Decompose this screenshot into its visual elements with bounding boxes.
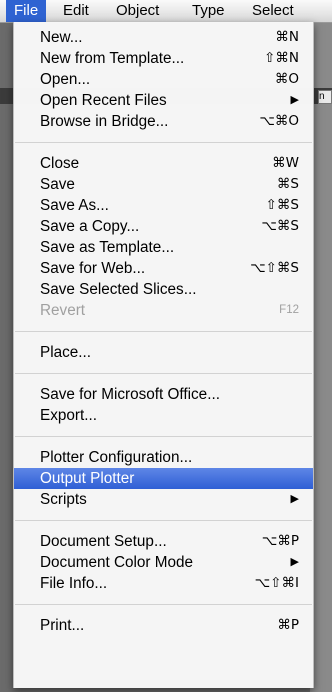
- menu-item-file-info[interactable]: File Info... ⌥⇧⌘I: [14, 573, 313, 594]
- shortcut: ⌘S: [276, 176, 299, 192]
- menu-item-output-plotter[interactable]: Output Plotter: [14, 468, 313, 489]
- menu-item-document-color-mode[interactable]: Document Color Mode ▶: [14, 552, 313, 573]
- menu-item-label: Save for Web...: [40, 260, 146, 277]
- menu-edit[interactable]: Edit: [55, 0, 97, 22]
- submenu-arrow-icon: ▶: [290, 493, 299, 505]
- menu-item-label: Document Color Mode: [40, 554, 194, 571]
- menu-item-label: Output Plotter: [40, 470, 135, 487]
- menu-item-save-slices[interactable]: Save Selected Slices...: [14, 279, 313, 300]
- menu-item-label: Export...: [40, 407, 97, 424]
- submenu-arrow-icon: ▶: [290, 556, 299, 568]
- shortcut: ⌥⌘S: [261, 218, 299, 234]
- menu-item-close[interactable]: Close ⌘W: [14, 153, 313, 174]
- menu-item-new-from-template[interactable]: New from Template... ⇧⌘N: [14, 48, 313, 69]
- menu-separator: [15, 436, 312, 437]
- menu-item-place[interactable]: Place...: [14, 342, 313, 363]
- menu-item-new[interactable]: New... ⌘N: [14, 27, 313, 48]
- menu-item-save-office[interactable]: Save for Microsoft Office...: [14, 384, 313, 405]
- shortcut: ⇧⌘N: [264, 50, 299, 66]
- menu-item-open-recent[interactable]: Open Recent Files ▶: [14, 90, 313, 111]
- menu-item-label: Document Setup...: [40, 533, 167, 550]
- menu-item-label: Open...: [40, 71, 91, 88]
- background-text: n: [319, 91, 325, 102]
- submenu-arrow-icon: ▶: [290, 94, 299, 106]
- menu-item-browse-bridge[interactable]: Browse in Bridge... ⌥⌘O: [14, 111, 313, 132]
- menu-item-save-as[interactable]: Save As... ⇧⌘S: [14, 195, 313, 216]
- menu-item-label: New...: [40, 29, 83, 46]
- shortcut: F12: [279, 304, 299, 316]
- shortcut: ⌥⇧⌘I: [254, 575, 299, 591]
- menu-item-label: Open Recent Files: [40, 92, 167, 109]
- menu-item-label: File Info...: [40, 575, 108, 592]
- menu-item-label: Browse in Bridge...: [40, 113, 169, 130]
- menu-item-label: Save Selected Slices...: [40, 281, 197, 298]
- menu-item-label: New from Template...: [40, 50, 185, 67]
- menu-select[interactable]: Select: [244, 0, 302, 22]
- menu-item-label: Save: [40, 176, 75, 193]
- menu-item-print[interactable]: Print... ⌘P: [14, 615, 313, 636]
- shortcut: ⌥⌘O: [259, 113, 299, 129]
- menu-item-label: Revert: [40, 302, 86, 319]
- menu-item-label: Save a Copy...: [40, 218, 140, 235]
- menu-item-plotter-config[interactable]: Plotter Configuration...: [14, 447, 313, 468]
- menu-item-save-template[interactable]: Save as Template...: [14, 237, 313, 258]
- menu-item-label: Save as Template...: [40, 239, 175, 256]
- shortcut: ⌥⇧⌘S: [250, 260, 299, 276]
- menu-item-scripts[interactable]: Scripts ▶: [14, 489, 313, 510]
- menu-item-label: Save for Microsoft Office...: [40, 386, 220, 403]
- menu-item-export[interactable]: Export...: [14, 405, 313, 426]
- menu-item-label: Scripts: [40, 491, 87, 508]
- menu-item-label: Save As...: [40, 197, 109, 214]
- menu-separator: [15, 331, 312, 332]
- menu-item-save-copy[interactable]: Save a Copy... ⌥⌘S: [14, 216, 313, 237]
- menu-separator: [15, 142, 312, 143]
- menu-file[interactable]: File: [6, 0, 47, 22]
- shortcut: ⇧⌘S: [265, 197, 299, 213]
- menu-item-save-web[interactable]: Save for Web... ⌥⇧⌘S: [14, 258, 313, 279]
- shortcut: ⌘O: [274, 71, 299, 87]
- menu-item-label: Close: [40, 155, 80, 172]
- shortcut: ⌘P: [277, 617, 299, 633]
- menu-item-label: Plotter Configuration...: [40, 449, 193, 466]
- menu-item-revert: Revert F12: [14, 300, 313, 321]
- background-field: n: [318, 90, 332, 104]
- menu-item-save[interactable]: Save ⌘S: [14, 174, 313, 195]
- menu-item-label: Print...: [40, 617, 85, 634]
- menu-type[interactable]: Type: [184, 0, 233, 22]
- menu-bar: File Edit Object Type Select: [0, 0, 332, 23]
- menu-separator: [15, 373, 312, 374]
- file-menu: New... ⌘N New from Template... ⇧⌘N Open.…: [13, 22, 314, 688]
- menu-item-document-setup[interactable]: Document Setup... ⌥⌘P: [14, 531, 313, 552]
- menu-item-label: Place...: [40, 344, 92, 361]
- shortcut: ⌘W: [272, 155, 299, 171]
- shortcut: ⌘N: [275, 29, 299, 45]
- menu-item-open[interactable]: Open... ⌘O: [14, 69, 313, 90]
- menu-separator: [15, 520, 312, 521]
- shortcut: ⌥⌘P: [261, 533, 299, 549]
- menu-object[interactable]: Object: [108, 0, 167, 22]
- menu-separator: [15, 604, 312, 605]
